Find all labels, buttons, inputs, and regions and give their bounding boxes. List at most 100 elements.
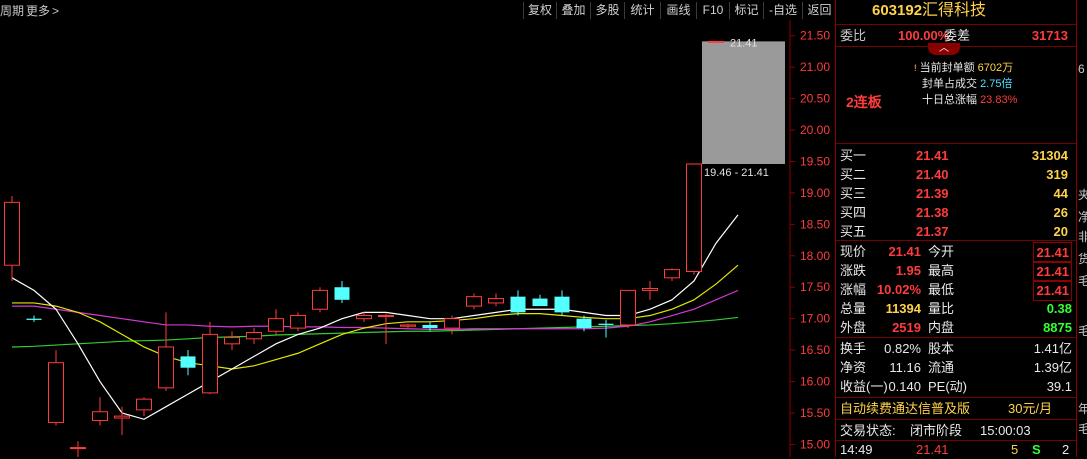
info-icon: !: [914, 63, 917, 73]
gap-area: [702, 41, 785, 164]
candle-body-down: [334, 287, 350, 300]
candle-body-down: [532, 298, 548, 307]
promo-price[interactable]: 30元/月: [1008, 399, 1052, 418]
candle-body-up: [466, 296, 482, 307]
far-label: 非: [1078, 230, 1087, 244]
stat-value-2: 0.38: [1046, 301, 1072, 316]
stock-header: 603192 汇得科技: [836, 1, 1076, 23]
kline-svg[interactable]: 21.50 21.00 20.50 20.00 19.50 19.00 18.50 18.00…: [0, 20, 835, 457]
bid-row[interactable]: 买四 21.38 26: [836, 203, 1076, 222]
stat-label-2: 内盘: [928, 320, 955, 335]
draw-line-button[interactable]: 画线: [660, 2, 696, 19]
candle-body-up: [444, 318, 460, 329]
collapse-toggle[interactable]: ︿: [928, 43, 960, 55]
price-tick-label: 17.50: [800, 280, 830, 294]
stat-value: 21.41: [888, 244, 921, 259]
multi-stock-button[interactable]: 多股: [590, 2, 624, 19]
bid-label: 买三: [840, 186, 867, 201]
stat-row: 现价 21.41 今开 21.41: [836, 242, 1076, 263]
candle-body-up: [136, 398, 152, 411]
stat-value: 1.95: [895, 263, 921, 278]
stats-button[interactable]: 统计: [624, 2, 660, 19]
fin-row: 换手 0.82% 股本 1.41亿: [836, 339, 1076, 358]
candle-body-down: [510, 296, 526, 313]
candle-body-up: [488, 298, 504, 304]
fin-value: 0.82%: [884, 341, 921, 356]
fuquan-button[interactable]: 复权: [523, 2, 556, 19]
far-label: 年: [1078, 402, 1087, 416]
candle-body-up: [246, 332, 262, 340]
fin-label-2: PE(动): [928, 379, 968, 394]
candle-body-down: [180, 356, 196, 368]
seal-info: ! 当前封单额 6702万 封单占成交 2.75倍 十日总涨幅 23.83%: [914, 60, 1017, 108]
bid-row[interactable]: 买五 21.37 20: [836, 222, 1076, 241]
stat-value-2: 8875: [1043, 320, 1072, 335]
divider: [836, 397, 1076, 398]
divider: [836, 419, 1076, 420]
tick-side: S: [1032, 442, 1041, 457]
bid-price: 21.37: [916, 224, 949, 239]
chevron-right-icon: >: [52, 4, 60, 18]
bid-row[interactable]: 买二 21.40 319: [836, 165, 1076, 184]
candle-body-up: [400, 324, 416, 327]
promo-text[interactable]: 自动续费通达信普及版: [840, 399, 970, 418]
candle-body-up: [620, 289, 636, 326]
stat-label-2: 量比: [928, 301, 955, 316]
fin-value: 11.16: [889, 360, 921, 375]
stat-label-2: 今开: [928, 244, 955, 259]
weibi-label: 委比: [840, 28, 867, 43]
overlay-button[interactable]: 叠加: [556, 2, 590, 19]
far-label: 夹: [1078, 188, 1087, 202]
chart-toolbar: 周期 更多 > 复权 叠加 多股 统计 画线 F10 标记 -自选 返回: [0, 0, 835, 20]
divider: [836, 46, 1076, 47]
candle-body-up: [224, 337, 240, 345]
candle-body-up: [114, 415, 130, 419]
stat-label: 现价: [840, 244, 867, 259]
promo-row[interactable]: 自动续费通达信普及版 30元/月: [836, 399, 1076, 418]
mark-button[interactable]: 标记: [729, 2, 763, 19]
back-button[interactable]: 返回: [802, 2, 836, 19]
stat-label: 外盘: [840, 320, 867, 335]
seal-amount-value: 6702万: [977, 62, 1014, 74]
tick-row: 14:49 21.41 5 S 2: [836, 440, 1076, 459]
candle-body-up: [664, 269, 680, 279]
stat-value: 2519: [892, 320, 921, 335]
fin-value: 0.140: [888, 379, 921, 394]
status-value: 闭市阶段: [910, 423, 963, 438]
candle-body-up: [158, 346, 174, 389]
far-label: 货: [1078, 252, 1087, 266]
fin-label: 收益(一): [840, 379, 888, 394]
stat-value-2: 21.41: [1033, 280, 1072, 301]
ten-day-value: 23.83%: [980, 94, 1018, 106]
quote-panel: 603192 汇得科技 委比 100.00% 委差 31713 ︿ 2连板 ! …: [835, 0, 1076, 457]
fin-value-2: 1.41亿: [1033, 341, 1072, 356]
stat-label: 总量: [840, 301, 867, 316]
more-menu[interactable]: 更多 >: [26, 2, 59, 19]
stat-label-2: 最高: [928, 263, 955, 278]
candle-body-up: [290, 315, 306, 329]
watchlist-button[interactable]: -自选: [763, 2, 802, 19]
price-tick-label: 17.00: [800, 312, 830, 326]
bid-label: 买五: [840, 224, 867, 239]
bid-row[interactable]: 买三 21.39 44: [836, 184, 1076, 203]
bid-volume: 31304: [1031, 148, 1068, 163]
tick-volume: 5: [1011, 442, 1019, 457]
candle-body-up: [356, 315, 372, 320]
candle-body-up: [268, 318, 284, 332]
seal-amount-label: 当前封单额: [919, 62, 975, 74]
status-row: 交易状态: 闭市阶段 15:00:03: [836, 421, 1076, 440]
bid-row[interactable]: 买一 21.41 31304: [836, 146, 1076, 165]
streak-badge: 2连板: [846, 94, 882, 110]
stat-row: 总量 11394 量比 0.38: [836, 299, 1076, 318]
price-tick-label: 16.50: [800, 343, 830, 357]
bid-label: 买二: [840, 167, 867, 182]
seal-ratio-value: 2.75倍: [980, 78, 1013, 90]
kline-chart[interactable]: 21.50 21.00 20.50 20.00 19.50 19.00 18.50 18.00…: [0, 20, 835, 457]
period-label[interactable]: 周期: [0, 2, 24, 19]
f10-button[interactable]: F10: [696, 2, 729, 19]
stat-row: 涨跌 1.95 最高 21.41: [836, 261, 1076, 282]
candle-body-up: [92, 411, 108, 422]
bid-price: 21.40: [916, 167, 949, 182]
candle-body-up: [642, 287, 658, 291]
status-label: 交易状态:: [840, 423, 896, 438]
